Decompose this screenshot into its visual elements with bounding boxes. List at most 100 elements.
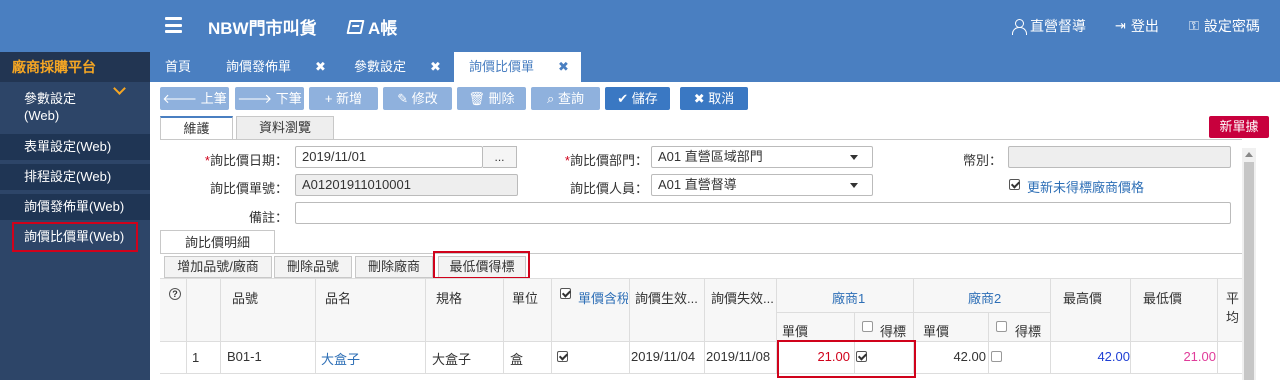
close-icon[interactable]: ✖ xyxy=(430,52,441,82)
edit-label: 修改 xyxy=(411,91,438,106)
cancel-button[interactable]: ✖ 取消 xyxy=(680,87,748,110)
row-item-no[interactable]: B01-1 xyxy=(227,349,262,364)
scroll-thumb[interactable] xyxy=(1244,162,1254,380)
delete-label: 刪除 xyxy=(488,91,515,106)
book-selector[interactable]: A帳 xyxy=(346,14,398,39)
person-select[interactable]: A01 直營督導 xyxy=(651,174,873,196)
date-field[interactable]: 2019/11/01 xyxy=(295,146,483,168)
sidebar-item-params[interactable]: 參數設定 (Web) xyxy=(0,90,150,126)
col-average[interactable]: 平均 xyxy=(1226,288,1242,326)
prev-button[interactable]: 🡐 上筆 xyxy=(160,87,229,110)
app-title: NBW門市叫貨 xyxy=(208,19,317,38)
arrow-right-icon: 🡒 xyxy=(237,91,276,106)
date-picker-button[interactable]: ... xyxy=(483,146,517,168)
arrow-left-icon: 🡐 xyxy=(162,91,201,106)
logout-label: 登出 xyxy=(1130,18,1159,34)
row-tax-incl-checkbox[interactable] xyxy=(557,351,568,362)
sidebar-item-inquiry-compare[interactable]: 詢價比價單(Web) xyxy=(12,222,138,252)
col-max-price[interactable]: 最高價 xyxy=(1063,288,1102,307)
next-label: 下筆 xyxy=(275,91,302,106)
tab-inquiry-release[interactable]: 詢價發佈單 xyxy=(226,52,291,82)
tax-incl-all-checkbox[interactable] xyxy=(560,288,571,299)
v2-win-all-checkbox[interactable] xyxy=(996,321,1007,332)
help-icon[interactable]: ? xyxy=(169,288,181,300)
v1-win-all-checkbox[interactable] xyxy=(862,321,873,332)
logout-icon: ⇥ xyxy=(1115,18,1126,33)
delete-vendor-button[interactable]: 刪除廠商 xyxy=(355,256,433,278)
dept-select[interactable]: A01 直營區域部門 xyxy=(651,146,873,168)
set-password-link[interactable]: ⚿ 設定密碼 xyxy=(1189,16,1260,36)
scroll-up-icon[interactable] xyxy=(1245,152,1253,157)
col-effective-from[interactable]: 詢價生效... xyxy=(635,288,707,307)
add-label: 新增 xyxy=(336,91,363,106)
row-v2-price[interactable]: 42.00 xyxy=(918,349,986,364)
highlight-box xyxy=(433,251,530,279)
col-tax-incl[interactable]: 單價含稅 xyxy=(578,288,628,307)
close-icon[interactable]: ✖ xyxy=(558,52,569,82)
remark-field[interactable] xyxy=(295,202,1231,224)
row-unit: 盒 xyxy=(510,352,524,367)
date-label-text: 詢比價日期： xyxy=(209,153,288,168)
sidebar-title: 廠商採購平台 xyxy=(0,52,150,82)
check-icon: ✔ xyxy=(617,91,632,106)
delete-item-button[interactable]: 刪除品號 xyxy=(274,256,352,278)
logout-link[interactable]: ⇥ 登出 xyxy=(1115,16,1159,36)
tab-detail[interactable]: 詢比價明細 xyxy=(160,230,275,254)
row-v2-win-checkbox[interactable] xyxy=(991,351,1002,362)
tab-params[interactable]: 參數設定 xyxy=(354,52,406,82)
update-price-checkbox[interactable] xyxy=(1009,179,1020,190)
user-name: 直營督導 xyxy=(1030,18,1086,34)
row-max-price: 42.00 xyxy=(1097,349,1130,364)
col-v2-price: 單價 xyxy=(923,324,950,339)
query-button[interactable]: ⌕ 查詢 xyxy=(531,87,600,110)
menu-toggle-icon[interactable] xyxy=(165,17,182,33)
update-price-label[interactable]: 更新未得標廠商價格 xyxy=(1027,177,1144,196)
close-icon[interactable]: ✖ xyxy=(315,52,326,82)
edit-button[interactable]: ✎ 修改 xyxy=(383,87,452,110)
col-vendor2[interactable]: 廠商2 xyxy=(968,288,1001,307)
table-row[interactable]: 1 B01-1 大盒子 大盒子 盒 2019/11/04 2019/11/08 … xyxy=(160,342,1242,374)
chevron-down-icon xyxy=(850,155,858,160)
next-button[interactable]: 🡒 下筆 xyxy=(235,87,304,110)
tab-maintain[interactable]: 維護 xyxy=(160,116,233,140)
row-effective-to[interactable]: 2019/11/08 xyxy=(706,349,776,364)
col-v2-win: 得標 xyxy=(1015,324,1042,339)
add-button[interactable]: + 新增 xyxy=(309,87,378,110)
tab-label: 詢價比價單 xyxy=(469,59,535,74)
sidebar-item-inquiry-release[interactable]: 詢價發佈單(Web) xyxy=(0,194,150,220)
add-item-vendor-button[interactable]: 增加品號/廠商 xyxy=(164,256,272,278)
save-button[interactable]: ✔ 儲存 xyxy=(605,87,670,110)
pencil-icon: ✎ xyxy=(397,91,412,106)
key-icon: ⚿ xyxy=(1189,18,1199,33)
currency-label: 幣別： xyxy=(962,153,1002,168)
col-effective-to[interactable]: 詢價失效... xyxy=(711,288,783,307)
vertical-scrollbar[interactable] xyxy=(1242,148,1256,380)
chevron-down-icon xyxy=(850,183,858,188)
delete-button[interactable]: 🗑 刪除 xyxy=(457,87,526,110)
tab-home[interactable]: 首頁 xyxy=(165,52,191,82)
sidebar-item-label: 參數設定 xyxy=(24,91,77,106)
user-menu[interactable]: 直營督導 xyxy=(1012,16,1086,36)
book-icon xyxy=(346,19,365,34)
save-label: 儲存 xyxy=(631,91,658,106)
col-item-no[interactable]: 品號 xyxy=(232,288,258,307)
col-v1-win: 得標 xyxy=(880,324,907,339)
divider xyxy=(160,139,1242,140)
tab-browse[interactable]: 資料瀏覽 xyxy=(236,116,334,140)
dept-label: *詢比價部門： xyxy=(546,150,648,169)
x-icon: ✖ xyxy=(693,91,709,106)
sidebar-item-forms[interactable]: 表單設定(Web) xyxy=(0,134,150,160)
row-item-name[interactable]: 大盒子 xyxy=(321,349,360,368)
query-label: 查詢 xyxy=(557,91,584,106)
col-item-name[interactable]: 品名 xyxy=(325,288,351,307)
col-vendor1[interactable]: 廠商1 xyxy=(832,288,865,307)
col-min-price[interactable]: 最低價 xyxy=(1143,288,1182,307)
col-spec[interactable]: 規格 xyxy=(436,288,462,307)
sidebar-item-schedule[interactable]: 排程設定(Web) xyxy=(0,164,150,190)
plus-icon: + xyxy=(324,91,337,106)
col-unit[interactable]: 單位 xyxy=(512,288,538,307)
tabs-bar: 首頁 詢價發佈單 ✖ 參數設定 ✖ 詢價比價單 ✖ xyxy=(150,52,1280,82)
row-effective-from[interactable]: 2019/11/04 xyxy=(631,349,703,364)
book-title: A帳 xyxy=(368,19,398,38)
date-label: *詢比價日期： xyxy=(196,150,288,169)
